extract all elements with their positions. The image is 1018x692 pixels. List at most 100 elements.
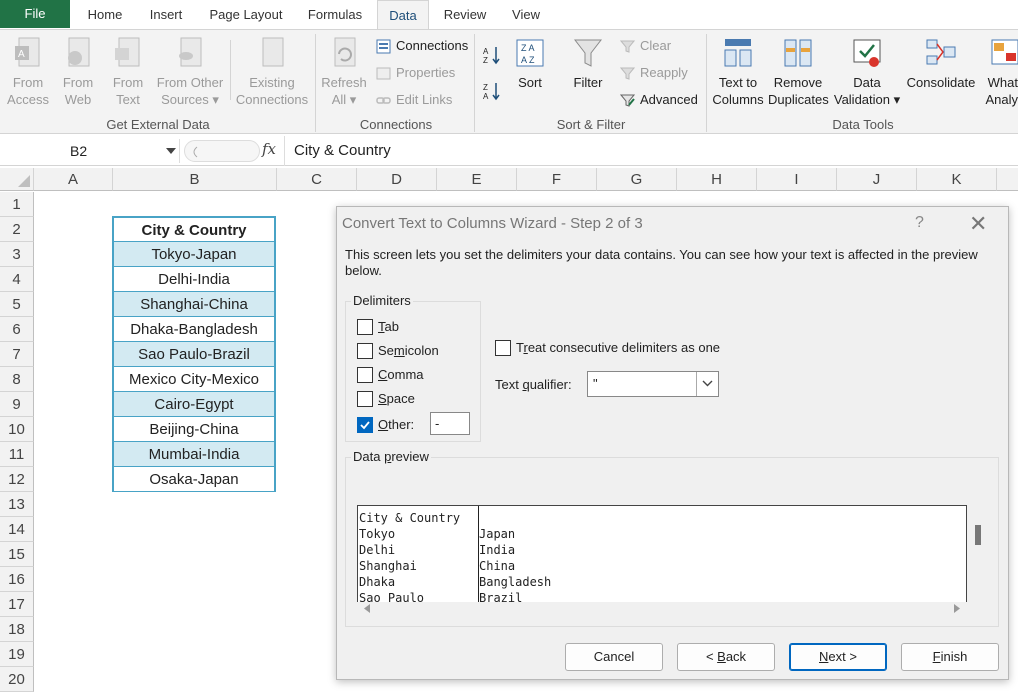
checkbox-box[interactable]	[357, 342, 373, 359]
refresh-all-button[interactable]: Refresh All ▾	[318, 36, 370, 108]
insert-function-icon[interactable]: fx	[262, 140, 276, 158]
tab-formulas[interactable]: Formulas	[300, 0, 370, 29]
from-access-button[interactable]: A From Access	[5, 36, 51, 108]
tab-view[interactable]: View	[503, 0, 549, 29]
next-button[interactable]: Next >	[789, 643, 887, 671]
table-cell[interactable]: Osaka-Japan	[112, 467, 276, 492]
row-header[interactable]: 17	[0, 592, 34, 617]
from-other-sources-button[interactable]: From Other Sources ▾	[155, 36, 225, 108]
select-all-corner[interactable]	[0, 168, 34, 191]
table-cell[interactable]: Mexico City-Mexico	[112, 367, 276, 392]
table-cell[interactable]: Beijing-China	[112, 417, 276, 442]
tab-data[interactable]: Data	[377, 0, 429, 30]
chevron-down-icon[interactable]	[166, 148, 176, 154]
column-header[interactable]: J	[837, 168, 917, 191]
tab-page-layout[interactable]: Page Layout	[200, 0, 292, 29]
clear-filter-button[interactable]: Clear	[619, 36, 671, 56]
row-header[interactable]: 7	[0, 342, 34, 367]
column-header[interactable]: K	[917, 168, 997, 191]
column-header[interactable]: A	[34, 168, 113, 191]
connections-button[interactable]: Connections	[376, 36, 468, 56]
data-validation-button[interactable]: Data Validation ▾	[832, 36, 902, 108]
treat-consecutive-checkbox[interactable]: Treat consecutive delimiters as one	[495, 339, 720, 357]
table-cell[interactable]: Sao Paulo-Brazil	[112, 342, 276, 367]
row-header[interactable]: 11	[0, 442, 34, 467]
table-cell[interactable]: Mumbai-India	[112, 442, 276, 467]
other-delimiter-input[interactable]: -	[430, 412, 470, 435]
row-header[interactable]: 13	[0, 492, 34, 517]
checkbox-box[interactable]	[495, 339, 511, 356]
text-to-columns-button[interactable]: Text to Columns	[710, 36, 766, 108]
dropdown-arrow[interactable]	[696, 372, 718, 396]
row-header[interactable]: 19	[0, 642, 34, 667]
formula-input[interactable]: City & Country	[284, 136, 1018, 166]
column-header[interactable]	[997, 168, 1018, 191]
advanced-filter-button[interactable]: Advanced	[619, 90, 698, 110]
tab-review[interactable]: Review	[436, 0, 494, 29]
checkbox-box[interactable]	[357, 366, 373, 383]
existing-connections-button[interactable]: Existing Connections	[234, 36, 310, 108]
column-header[interactable]: E	[437, 168, 517, 191]
row-header[interactable]: 5	[0, 292, 34, 317]
semicolon-checkbox[interactable]: Semicolon	[357, 342, 439, 360]
table-cell[interactable]: Dhaka-Bangladesh	[112, 317, 276, 342]
from-text-button[interactable]: From Text	[106, 36, 150, 108]
table-cell[interactable]: Delhi-India	[112, 267, 276, 292]
tab-insert[interactable]: Insert	[140, 0, 192, 29]
row-header[interactable]: 6	[0, 317, 34, 342]
edit-links-button[interactable]: Edit Links	[376, 90, 452, 110]
checkbox-box[interactable]	[357, 318, 373, 335]
table-cell[interactable]: Cairo-Egypt	[112, 392, 276, 417]
sort-az-button[interactable]: AZ	[483, 44, 506, 65]
row-header[interactable]: 1	[0, 192, 34, 217]
column-header[interactable]: G	[597, 168, 677, 191]
from-web-button[interactable]: From Web	[56, 36, 100, 108]
comma-checkbox[interactable]: Comma	[357, 366, 424, 384]
row-header[interactable]: 9	[0, 392, 34, 417]
column-header[interactable]: H	[677, 168, 757, 191]
column-header[interactable]: F	[517, 168, 597, 191]
name-box[interactable]: B2	[2, 139, 180, 163]
what-if-analysis-button[interactable]: What-Analys	[980, 36, 1018, 108]
table-header-cell[interactable]: City & Country	[112, 216, 276, 242]
text-qualifier-select[interactable]: "	[587, 371, 719, 397]
checkbox-checked[interactable]	[357, 416, 373, 433]
column-header[interactable]: I	[757, 168, 837, 191]
data-preview[interactable]: City & Country Tokyo Delhi Shanghai Dhak…	[357, 505, 967, 602]
column-header[interactable]: C	[277, 168, 357, 191]
horizontal-scrollbar[interactable]	[357, 602, 967, 615]
cancel-button[interactable]: Cancel	[565, 643, 663, 671]
tab-checkbox[interactable]: Tab	[357, 318, 399, 336]
row-header[interactable]: 2	[0, 217, 34, 242]
reapply-button[interactable]: Reapply	[619, 63, 688, 83]
help-button[interactable]: ?	[915, 214, 924, 232]
properties-button[interactable]: Properties	[376, 63, 455, 83]
row-header[interactable]: 16	[0, 567, 34, 592]
tab-home[interactable]: Home	[78, 0, 132, 29]
filter-button[interactable]: Filter	[568, 36, 608, 91]
tab-file[interactable]: File	[0, 0, 70, 28]
row-header[interactable]: 20	[0, 667, 34, 692]
consolidate-button[interactable]: Consolidate	[904, 36, 978, 91]
checkbox-box[interactable]	[357, 390, 373, 407]
row-header[interactable]: 18	[0, 617, 34, 642]
finish-button[interactable]: Finish	[901, 643, 999, 671]
row-header[interactable]: 4	[0, 267, 34, 292]
remove-duplicates-button[interactable]: Remove Duplicates	[768, 36, 829, 108]
row-header[interactable]: 15	[0, 542, 34, 567]
back-button[interactable]: < Back	[677, 643, 775, 671]
scroll-left-icon[interactable]	[363, 604, 371, 613]
column-header[interactable]: D	[357, 168, 437, 191]
vertical-scrollbar-thumb[interactable]	[975, 525, 981, 545]
table-cell[interactable]: Tokyo-Japan	[112, 242, 276, 267]
row-header[interactable]: 3	[0, 242, 34, 267]
close-icon[interactable]: ✕	[969, 211, 987, 237]
row-header[interactable]: 12	[0, 467, 34, 492]
row-header[interactable]: 14	[0, 517, 34, 542]
table-cell[interactable]: Shanghai-China	[112, 292, 276, 317]
row-header[interactable]: 8	[0, 367, 34, 392]
column-header[interactable]: B	[113, 168, 277, 191]
scroll-right-icon[interactable]	[953, 604, 961, 613]
sort-za-button[interactable]: ZA	[483, 80, 506, 101]
row-header[interactable]: 10	[0, 417, 34, 442]
